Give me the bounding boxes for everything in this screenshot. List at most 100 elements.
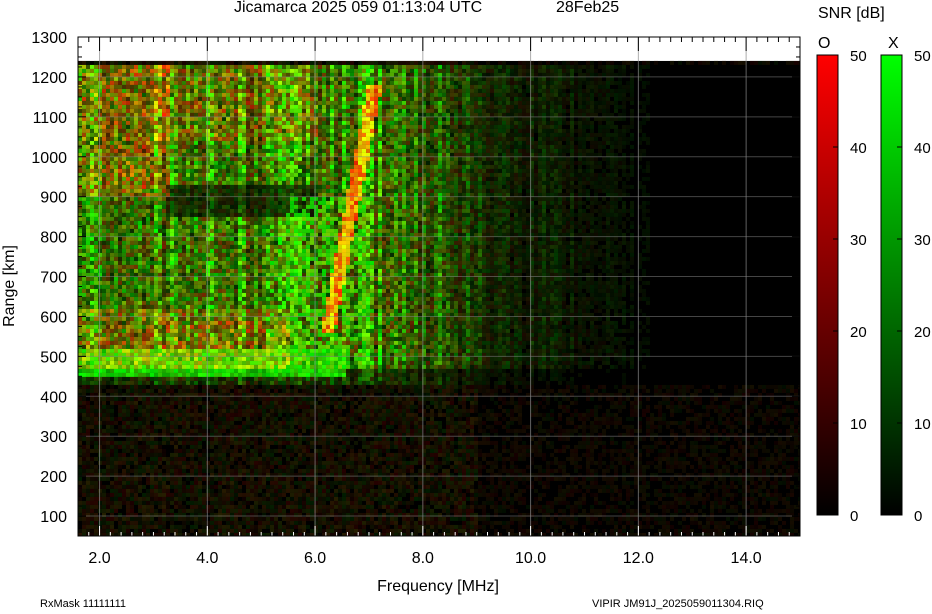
- ionogram-chart: 2.0 4.0 6.0 8.0 10.0 12.0 14.0 100200300400500…: [1, 30, 931, 595]
- heatmap-cell: [90, 344, 94, 349]
- heatmap-cell: [186, 196, 190, 201]
- heatmap-cell: [218, 332, 222, 337]
- heatmap-cell: [106, 372, 110, 377]
- heatmap-cell: [206, 196, 210, 201]
- heatmap-cell: [166, 288, 170, 293]
- heatmap-cell: [206, 340, 210, 345]
- heatmap-cell: [114, 528, 118, 533]
- heatmap-cell: [194, 108, 198, 113]
- heatmap-cell: [150, 520, 154, 525]
- heatmap-cell: [242, 172, 246, 177]
- heatmap-cell: [126, 184, 130, 189]
- heatmap-cell: [170, 136, 174, 141]
- heatmap-cell: [206, 60, 210, 65]
- heatmap-cell: [130, 412, 134, 417]
- heatmap-cell: [126, 436, 130, 441]
- heatmap-cell: [150, 344, 154, 349]
- heatmap-cell: [102, 144, 106, 149]
- heatmap-cell: [234, 332, 238, 337]
- heatmap-cell: [182, 340, 186, 345]
- heatmap-cell: [162, 188, 166, 193]
- heatmap-cell: [250, 260, 254, 265]
- heatmap-cell: [190, 288, 194, 293]
- heatmap-cell: [138, 160, 142, 165]
- heatmap-cell: [134, 244, 138, 249]
- heatmap-cell: [90, 384, 94, 389]
- heatmap-cell: [106, 316, 110, 321]
- heatmap-cell: [170, 436, 174, 441]
- heatmap-cell: [194, 448, 198, 453]
- heatmap-cell: [146, 396, 150, 401]
- heatmap-cell: [222, 184, 226, 189]
- heatmap-cell: [206, 188, 210, 193]
- heatmap-cell: [126, 424, 130, 429]
- heatmap-cell: [250, 88, 254, 93]
- heatmap-cell: [190, 356, 194, 361]
- heatmap-cell: [146, 64, 150, 69]
- heatmap-cell: [154, 156, 158, 161]
- heatmap-cell: [222, 460, 226, 465]
- heatmap-cell: [118, 324, 122, 329]
- heatmap-cell: [214, 336, 218, 341]
- heatmap-cell: [238, 404, 242, 409]
- heatmap-cell: [222, 264, 226, 269]
- heatmap-cell: [230, 456, 234, 461]
- heatmap-cell: [146, 168, 150, 173]
- heatmap-cell: [214, 256, 218, 261]
- heatmap-cell: [106, 120, 110, 125]
- heatmap-cell: [78, 100, 82, 105]
- heatmap-cell: [114, 244, 118, 249]
- heatmap-cell: [234, 92, 238, 97]
- heatmap-cell: [174, 464, 178, 469]
- heatmap-cell: [234, 80, 238, 85]
- heatmap-cell: [198, 288, 202, 293]
- heatmap-cell: [82, 88, 86, 93]
- heatmap-cell: [114, 60, 118, 65]
- heatmap-cell: [110, 420, 114, 425]
- heatmap-cell: [102, 84, 106, 89]
- heatmap-cell: [78, 276, 82, 281]
- heatmap-cell: [206, 100, 210, 105]
- heatmap-cell: [206, 132, 210, 137]
- heatmap-cell: [162, 200, 166, 205]
- heatmap-cell: [202, 508, 206, 513]
- heatmap-cell: [82, 216, 86, 221]
- heatmap-cell: [242, 400, 246, 405]
- heatmap-cell: [114, 460, 118, 465]
- heatmap-cell: [110, 128, 114, 133]
- heatmap-cell: [202, 320, 206, 325]
- heatmap-cell: [222, 340, 226, 345]
- heatmap-cell: [206, 124, 210, 129]
- heatmap-cell: [226, 92, 230, 97]
- heatmap-cell: [110, 64, 114, 69]
- heatmap-cell: [90, 268, 94, 273]
- heatmap-cell: [106, 388, 110, 393]
- heatmap-cell: [218, 484, 222, 489]
- heatmap-cell: [106, 108, 110, 113]
- heatmap-cell: [230, 484, 234, 489]
- heatmap-cell: [178, 120, 182, 125]
- heatmap-cell: [102, 212, 106, 217]
- heatmap-cell: [170, 128, 174, 133]
- heatmap-cell: [162, 72, 166, 77]
- heatmap-cell: [102, 88, 106, 93]
- heatmap-cell: [122, 124, 126, 129]
- heatmap-cell: [106, 104, 110, 109]
- heatmap-cell: [190, 340, 194, 345]
- heatmap-cell: [94, 508, 98, 513]
- heatmap-cell: [170, 204, 174, 209]
- heatmap-cell: [86, 144, 90, 149]
- heatmap-cell: [198, 320, 202, 325]
- heatmap-cell: [90, 260, 94, 265]
- heatmap-cell: [222, 304, 226, 309]
- heatmap-cell: [202, 420, 206, 425]
- heatmap-cell: [166, 76, 170, 81]
- heatmap-cell: [190, 136, 194, 141]
- heatmap-cell: [226, 252, 230, 257]
- heatmap-cell: [170, 64, 174, 69]
- heatmap-cell: [86, 464, 90, 469]
- heatmap-cell: [102, 148, 106, 153]
- heatmap-cell: [222, 436, 226, 441]
- heatmap-cell: [122, 72, 126, 77]
- heatmap-cell: [154, 300, 158, 305]
